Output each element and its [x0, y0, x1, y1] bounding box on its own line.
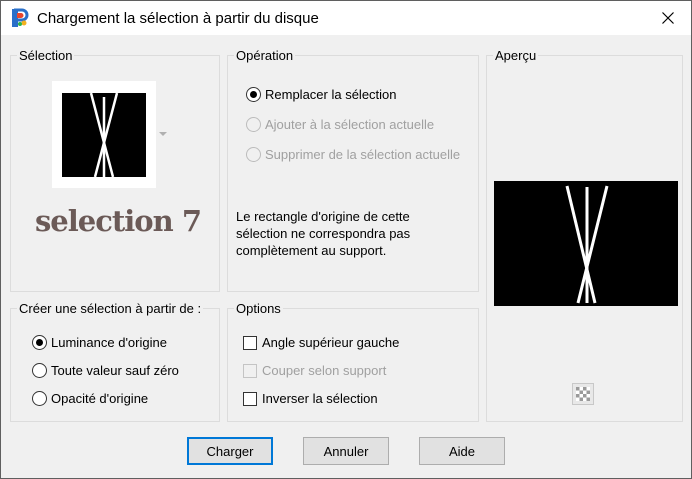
radio-button[interactable] [32, 335, 47, 350]
operation-info-text: Le rectangle d'origine de cette sélectio… [236, 209, 411, 258]
radio-label: Supprimer de la sélection actuelle [265, 147, 461, 162]
radio-button[interactable] [246, 147, 261, 162]
selection-thumbnail-image [62, 93, 146, 177]
checkbox[interactable] [243, 335, 257, 350]
radio-button[interactable] [32, 391, 47, 406]
radio-button[interactable] [246, 87, 261, 102]
selection-group-legend: Sélection [17, 48, 75, 63]
window-title: Chargement la sélection à partir du disq… [37, 10, 319, 27]
options-group-legend: Options [234, 301, 283, 316]
chevron-down-icon[interactable] [159, 132, 167, 136]
preview-group: Aperçu [486, 48, 683, 422]
radio-add-selection[interactable]: Ajouter à la sélection actuelle [246, 117, 434, 132]
title-bar: Chargement la sélection à partir du disq… [1, 1, 691, 35]
preview-group-legend: Aperçu [493, 48, 539, 63]
checkbox-label: Inverser la sélection [262, 391, 378, 406]
selection-name-label: selection 7 [34, 204, 202, 238]
radio-label: Luminance d'origine [51, 335, 167, 350]
checkbox[interactable] [243, 391, 257, 406]
help-button[interactable]: Aide [419, 437, 505, 465]
radio-replace-selection[interactable]: Remplacer la sélection [246, 87, 397, 102]
radio-any-nonzero-value[interactable]: Toute valeur sauf zéro [32, 363, 179, 378]
options-group: Options Angle supérieur gauche Couper se… [227, 301, 479, 422]
operation-group: Opération Remplacer la sélection Ajouter… [227, 48, 479, 292]
checkbox-crop-to-canvas[interactable]: Couper selon support [243, 363, 386, 378]
create-from-group: Créer une sélection à partir de : Lumina… [10, 301, 220, 422]
radio-label: Opacité d'origine [51, 391, 149, 406]
close-button[interactable] [645, 1, 691, 34]
load-button[interactable]: Charger [187, 437, 273, 465]
radio-label: Toute valeur sauf zéro [51, 363, 179, 378]
paintshop-app-icon [12, 8, 29, 27]
create-from-group-legend: Créer une sélection à partir de : [17, 301, 204, 316]
radio-button[interactable] [246, 117, 261, 132]
checkbox-label: Couper selon support [262, 363, 387, 378]
operation-group-legend: Opération [234, 48, 296, 63]
checkbox-label: Angle supérieur gauche [262, 335, 400, 350]
close-icon [662, 11, 674, 24]
radio-label: Remplacer la sélection [265, 87, 397, 102]
selection-group: Sélection selection 7 [10, 48, 220, 292]
radio-label: Ajouter à la sélection actuelle [265, 117, 435, 132]
radio-original-opacity[interactable]: Opacité d'origine [32, 391, 148, 406]
checkbox-top-left-corner[interactable]: Angle supérieur gauche [243, 335, 399, 350]
checkbox[interactable] [243, 363, 257, 378]
selection-preview-image [494, 181, 678, 306]
radio-button[interactable] [32, 363, 47, 378]
checkbox-invert-selection[interactable]: Inverser la sélection [243, 391, 378, 406]
radio-remove-selection[interactable]: Supprimer de la sélection actuelle [246, 147, 460, 162]
cancel-button[interactable]: Annuler [303, 437, 389, 465]
selection-thumbnail-dropdown[interactable] [52, 81, 156, 188]
radio-original-luminance[interactable]: Luminance d'origine [32, 335, 167, 350]
dialog-window: Chargement la sélection à partir du disq… [0, 0, 692, 479]
transparency-checker-icon[interactable] [572, 383, 594, 405]
